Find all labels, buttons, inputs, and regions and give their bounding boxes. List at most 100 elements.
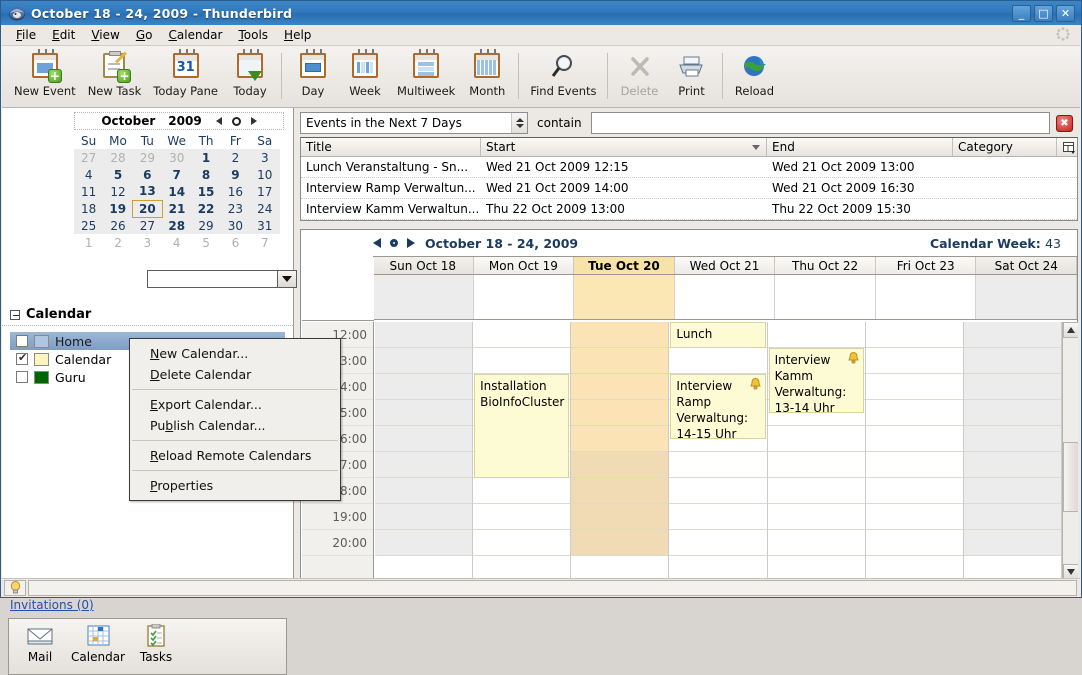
hour-cell[interactable]	[963, 348, 1061, 374]
mini-calendar-day[interactable]: 25	[74, 217, 104, 234]
hour-cell[interactable]	[375, 452, 473, 478]
mini-calendar-day[interactable]: 29	[191, 217, 221, 234]
current-month-icon[interactable]	[231, 116, 241, 126]
mini-calendar-day[interactable]: 13	[132, 183, 163, 200]
calendar-event[interactable]: Lunch	[670, 322, 766, 348]
hour-cell[interactable]	[375, 400, 473, 426]
hour-cell[interactable]	[963, 452, 1061, 478]
mini-calendar-day[interactable]: 15	[191, 183, 221, 200]
mini-calendar-day[interactable]: 10	[250, 166, 280, 183]
all-day-cell[interactable]	[976, 275, 1078, 319]
collapse-twisty-icon[interactable]	[10, 309, 20, 320]
hour-cell[interactable]	[669, 478, 767, 504]
mini-calendar-day[interactable]: 26	[103, 217, 133, 234]
mini-calendar-day[interactable]: 21	[162, 200, 192, 217]
mode-button-tasks[interactable]: Tasks	[133, 624, 179, 664]
hour-cell[interactable]	[865, 452, 963, 478]
mini-calendar-dropdown-button[interactable]	[277, 270, 297, 288]
day-header[interactable]: Sat Oct 24	[976, 257, 1078, 274]
day-column[interactable]	[865, 322, 964, 580]
event-range-combobox[interactable]: Events in the Next 7 Days	[300, 112, 528, 134]
context-menu-item[interactable]: Reload Remote Calendars	[130, 445, 340, 466]
mini-calendar-day[interactable]: 27	[74, 149, 104, 166]
week-view-button[interactable]: Week	[339, 49, 391, 103]
hour-cell[interactable]	[767, 426, 865, 452]
hour-cell[interactable]	[767, 478, 865, 504]
hour-cell[interactable]	[767, 452, 865, 478]
mini-calendar-input[interactable]	[147, 270, 287, 288]
hour-cell[interactable]	[375, 530, 473, 556]
calendar-event[interactable]: Installation BioInfoCluster	[474, 374, 570, 478]
hour-cell[interactable]	[963, 530, 1061, 556]
hour-cell[interactable]	[669, 530, 767, 556]
mini-calendar-day[interactable]: 1	[74, 234, 103, 251]
mini-calendar-day[interactable]: 6	[132, 166, 163, 183]
calendar-event[interactable]: Interview Kamm Verwaltung: 13-14 Uhr	[768, 348, 864, 413]
event-list-row[interactable]: Interview Kamm Verwaltun... Thu 22 Oct 20…	[301, 199, 1077, 220]
mini-calendar-day[interactable]: 12	[103, 183, 133, 200]
context-menu-item[interactable]: New Calendar...	[130, 343, 340, 364]
mini-calendar-day[interactable]: 28	[162, 217, 192, 234]
mini-calendar-day[interactable]: 29	[132, 149, 163, 166]
context-menu-item[interactable]: Delete Calendar	[130, 364, 340, 385]
hour-cell[interactable]	[963, 478, 1061, 504]
mini-calendar-day[interactable]: 16	[220, 183, 251, 200]
event-list-row[interactable]: Interview Ramp Verwaltun... Wed 21 Oct 20…	[301, 178, 1077, 199]
clear-search-button[interactable]: ✖	[1056, 114, 1073, 132]
hour-cell[interactable]	[669, 504, 767, 530]
mini-calendar-day[interactable]: 11	[74, 183, 104, 200]
mode-button-calendar[interactable]: Calendar	[71, 624, 125, 664]
calendar-event[interactable]: Interview Ramp Verwaltung: 14-15 Uhr	[670, 374, 766, 439]
hour-cell[interactable]	[571, 322, 669, 348]
mini-calendar-day[interactable]: 5	[103, 166, 133, 183]
mini-calendar-day[interactable]: 1	[191, 149, 221, 166]
hour-cell[interactable]	[669, 348, 767, 374]
hour-cell[interactable]	[571, 504, 669, 530]
calendar-visibility-checkbox[interactable]	[16, 335, 28, 347]
menu-view[interactable]: View	[83, 26, 127, 44]
day-header[interactable]: Fri Oct 23	[875, 257, 977, 274]
all-day-cell[interactable]	[574, 275, 675, 319]
hour-cell[interactable]	[865, 504, 963, 530]
mini-calendar-day[interactable]: 7	[250, 234, 279, 251]
hour-cell[interactable]	[473, 322, 571, 348]
mini-calendar-day[interactable]: 6	[221, 234, 250, 251]
mini-calendar-day[interactable]: 17	[250, 183, 280, 200]
scrollbar-thumb[interactable]	[1063, 442, 1078, 512]
all-day-cell[interactable]	[775, 275, 876, 319]
mini-calendar-day[interactable]: 30	[220, 217, 251, 234]
mini-calendar-day[interactable]: 9	[220, 166, 251, 183]
column-header-end[interactable]: End	[767, 138, 953, 156]
context-menu-item[interactable]: Publish Calendar...	[130, 415, 340, 436]
hour-cell[interactable]	[767, 530, 865, 556]
calendar-visibility-checkbox[interactable]	[16, 371, 28, 383]
vertical-scrollbar[interactable]	[1062, 322, 1078, 580]
next-week-icon[interactable]	[407, 238, 415, 248]
hour-cell[interactable]	[963, 400, 1061, 426]
menu-go[interactable]: Go	[128, 26, 161, 44]
all-day-cell[interactable]	[373, 275, 474, 319]
hour-cell[interactable]	[473, 478, 571, 504]
month-view-button[interactable]: Month	[461, 49, 513, 103]
mini-calendar-day[interactable]: 24	[250, 200, 280, 217]
mini-calendar-day[interactable]: 4	[162, 234, 191, 251]
day-column[interactable]: Interview Kamm Verwaltung: 13-14 Uhr	[767, 322, 866, 580]
event-list-row[interactable]: Lunch Veranstaltung - Sn... Wed 21 Oct 20…	[301, 157, 1077, 178]
column-header-title[interactable]: Title	[301, 138, 481, 156]
previous-month-icon[interactable]	[215, 117, 222, 125]
day-header[interactable]: Wed Oct 21	[674, 257, 776, 274]
hour-cell[interactable]	[375, 322, 473, 348]
hour-cell[interactable]	[963, 374, 1061, 400]
hour-cell[interactable]	[865, 530, 963, 556]
hour-cell[interactable]	[375, 504, 473, 530]
all-day-cell[interactable]	[875, 275, 977, 319]
calendar-section-header[interactable]: Calendar	[2, 304, 293, 326]
day-column[interactable]	[963, 322, 1062, 580]
hour-cell[interactable]	[865, 348, 963, 374]
mini-calendar-day[interactable]: 19	[103, 200, 133, 217]
hour-cell[interactable]	[473, 530, 571, 556]
hour-cell[interactable]	[473, 504, 571, 530]
column-picker-icon[interactable]	[1057, 138, 1077, 156]
hour-cell[interactable]	[571, 426, 669, 452]
mini-calendar-day[interactable]: 27	[132, 217, 163, 234]
